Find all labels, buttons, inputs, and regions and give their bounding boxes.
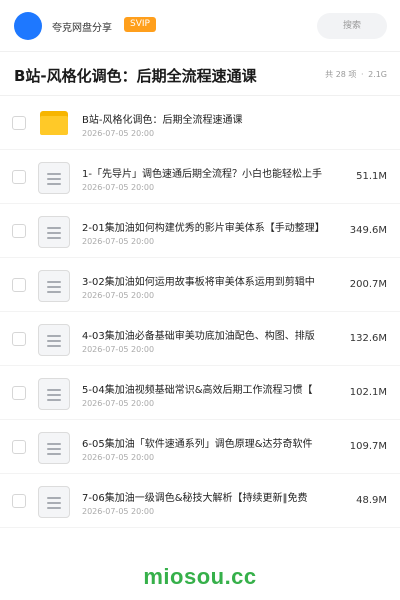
list-item[interactable]: 4-03集加油必备基础审美功底加油配色、构图、排版 2026-07-05 20:…	[0, 312, 400, 366]
file-name[interactable]: B站-风格化调色：后期全流程速通课	[82, 111, 382, 126]
row-checkbox[interactable]	[12, 224, 26, 238]
file-size: 48.9M	[356, 495, 387, 506]
file-size: 349.6M	[349, 225, 387, 236]
file-name[interactable]: 2-01集加油如何构建优秀的影片审美体系【手动整理】	[82, 219, 344, 234]
share-meta: 共 28 项 · 2.1G	[323, 69, 387, 80]
list-item[interactable]: 3-02集加油如何运用故事板将审美体系运用到剪辑中 2026-07-05 20:…	[0, 258, 400, 312]
document-icon	[38, 324, 70, 356]
item-count: 共 28 项	[325, 70, 357, 79]
file-name[interactable]: 6-05集加油「软件速通系列」调色原理&达芬奇软件	[82, 435, 344, 450]
file-size: 132.6M	[349, 333, 387, 344]
app-header: 夸克网盘分享 SVIP 搜索	[0, 0, 400, 52]
search-input[interactable]: 搜索	[317, 13, 387, 39]
svip-badge[interactable]: SVIP	[124, 17, 156, 32]
file-date: 2026-07-05 20:00	[82, 507, 155, 516]
list-item[interactable]: 5-04集加油视频基础常识&高效后期工作流程习惯【 2026-07-05 20:…	[0, 366, 400, 420]
file-size: 200.7M	[349, 279, 387, 290]
avatar[interactable]	[14, 12, 42, 40]
row-checkbox[interactable]	[12, 116, 26, 130]
file-name[interactable]: 1-「先导片」调色速通后期全流程？小白也能轻松上手	[82, 165, 344, 180]
list-item[interactable]: 2-01集加油如何构建优秀的影片审美体系【手动整理】 2026-07-05 20…	[0, 204, 400, 258]
document-icon	[38, 162, 70, 194]
file-name[interactable]: 3-02集加油如何运用故事板将审美体系运用到剪辑中	[82, 273, 344, 288]
row-checkbox[interactable]	[12, 332, 26, 346]
site-watermark: miosou.cc	[143, 564, 257, 589]
file-list: B站-风格化调色：后期全流程速通课 2026-07-05 20:00 1-「先导…	[0, 96, 400, 528]
list-item[interactable]: 7-06集加油一级调色&秘技大解析【持续更新‖免费 2026-07-05 20:…	[0, 474, 400, 528]
file-size: 109.7M	[349, 441, 387, 452]
meta-separator: ·	[360, 70, 364, 79]
file-name[interactable]: 7-06集加油一级调色&秘技大解析【持续更新‖免费	[82, 489, 344, 504]
list-item-folder[interactable]: B站-风格化调色：后期全流程速通课 2026-07-05 20:00	[0, 96, 400, 150]
total-size: 2.1G	[368, 70, 387, 79]
file-date: 2026-07-05 20:00	[82, 129, 155, 138]
file-size: 102.1M	[349, 387, 387, 398]
document-icon	[38, 270, 70, 302]
row-checkbox[interactable]	[12, 278, 26, 292]
file-date: 2026-07-05 20:00	[82, 291, 155, 300]
row-checkbox[interactable]	[12, 440, 26, 454]
row-checkbox[interactable]	[12, 170, 26, 184]
document-icon	[38, 378, 70, 410]
file-date: 2026-07-05 20:00	[82, 345, 155, 354]
document-icon	[38, 216, 70, 248]
file-size: 51.1M	[356, 171, 387, 182]
file-name[interactable]: 4-03集加油必备基础审美功底加油配色、构图、排版	[82, 327, 344, 342]
file-date: 2026-07-05 20:00	[82, 183, 155, 192]
document-icon	[38, 486, 70, 518]
file-date: 2026-07-05 20:00	[82, 237, 155, 246]
folder-icon	[38, 108, 70, 140]
file-date: 2026-07-05 20:00	[82, 453, 155, 462]
share-title-bar: B站-风格化调色：后期全流程速通课 共 28 项 · 2.1G	[0, 52, 400, 96]
file-date: 2026-07-05 20:00	[82, 399, 155, 408]
row-checkbox[interactable]	[12, 386, 26, 400]
footer: miosou.cc	[0, 556, 400, 600]
list-item[interactable]: 6-05集加油「软件速通系列」调色原理&达芬奇软件 2026-07-05 20:…	[0, 420, 400, 474]
row-checkbox[interactable]	[12, 494, 26, 508]
page-title: B站-风格化调色：后期全流程速通课	[14, 67, 257, 85]
brand-label: 夸克网盘分享	[52, 23, 112, 34]
file-name[interactable]: 5-04集加油视频基础常识&高效后期工作流程习惯【	[82, 381, 344, 396]
document-icon	[38, 432, 70, 464]
list-item[interactable]: 1-「先导片」调色速通后期全流程？小白也能轻松上手 2026-07-05 20:…	[0, 150, 400, 204]
